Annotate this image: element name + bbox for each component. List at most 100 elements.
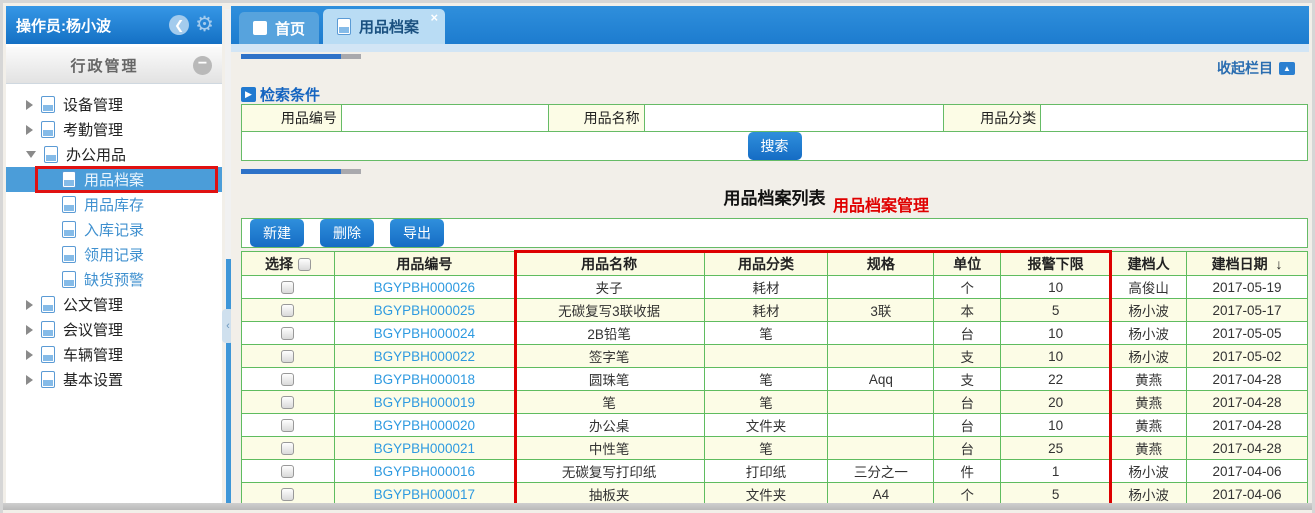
sidebar-item-会议管理[interactable]: 会议管理 bbox=[6, 317, 222, 342]
item-code-link[interactable]: BGYPBH000018 bbox=[374, 372, 475, 387]
main-area: 首页 用品档案 × 收起栏目 ▲ ▶ 检索条件 用品编号 用品名称 用品分类 搜索 用品… bbox=[231, 6, 1309, 508]
search-input-用品名称[interactable] bbox=[644, 106, 944, 130]
sidebar-item-领用记录[interactable]: 领用记录 bbox=[6, 242, 222, 267]
collapse-panel-icon[interactable]: − bbox=[193, 55, 212, 75]
cell-unit: 个 bbox=[933, 275, 1002, 299]
cell-limit: 10 bbox=[1000, 321, 1112, 345]
gear-icon[interactable]: ⚙ bbox=[195, 14, 214, 35]
sidebar-item-入库记录[interactable]: 入库记录 bbox=[6, 217, 222, 242]
新建-button[interactable]: 新建 bbox=[250, 219, 304, 247]
column-header-用品分类[interactable]: 用品分类 bbox=[703, 251, 829, 276]
cell-spec bbox=[827, 390, 935, 414]
row-checkbox[interactable] bbox=[281, 350, 295, 364]
search-input-用品编号[interactable] bbox=[341, 106, 548, 130]
item-code-link[interactable]: BGYPBH000020 bbox=[374, 418, 475, 433]
row-checkbox[interactable] bbox=[281, 488, 295, 502]
row-checkbox[interactable] bbox=[281, 281, 295, 295]
cell-name: 2B铅笔 bbox=[513, 321, 705, 345]
item-code-link[interactable]: BGYPBH000026 bbox=[374, 280, 475, 295]
sidebar-item-公文管理[interactable]: 公文管理 bbox=[6, 292, 222, 317]
search-input-用品分类[interactable] bbox=[1041, 106, 1307, 130]
row-checkbox[interactable] bbox=[281, 465, 295, 479]
cell-category: 打印纸 bbox=[703, 459, 829, 483]
chevron-right-icon[interactable] bbox=[26, 324, 33, 335]
row-checkbox[interactable] bbox=[281, 373, 295, 387]
chevron-right-icon[interactable] bbox=[26, 299, 33, 310]
sidebar-item-label: 用品库存 bbox=[84, 197, 145, 214]
column-header-选择[interactable]: 选择 bbox=[241, 251, 335, 276]
collapse-columns-link[interactable]: 收起栏目 ▲ bbox=[1217, 58, 1295, 78]
chevron-right-icon[interactable] bbox=[26, 99, 33, 110]
cell-unit: 支 bbox=[933, 344, 1002, 368]
item-code-link[interactable]: BGYPBH000025 bbox=[374, 303, 475, 318]
close-icon[interactable]: × bbox=[430, 10, 438, 25]
sidebar-tree: 设备管理 考勤管理 办公用品 用品档案用品库存入库记录领用记录缺货预警 公文管理 会议管理… bbox=[6, 92, 222, 392]
data-grid-wrap: 选择 用品编号 用品名称 用品分类 规格 单位 报警下限 建档人 建档日期 ↓ BGYPBH00… bbox=[241, 250, 1308, 508]
cell-name: 签字笔 bbox=[513, 344, 705, 368]
document-icon bbox=[44, 146, 58, 163]
sidebar-item-设备管理[interactable]: 设备管理 bbox=[6, 92, 222, 117]
collapse-up-icon[interactable]: ▲ bbox=[1279, 61, 1295, 75]
sidebar-item-车辆管理[interactable]: 车辆管理 bbox=[6, 342, 222, 367]
item-code-link[interactable]: BGYPBH000016 bbox=[374, 464, 475, 479]
sidebar-header: 操作员:杨小波 ❮ ⚙ bbox=[6, 6, 222, 44]
cell-date: 2017-04-28 bbox=[1186, 367, 1308, 391]
cell-category: 耗材 bbox=[703, 275, 829, 299]
cell-code: BGYPBH000018 bbox=[333, 367, 515, 391]
sidebar-item-办公用品[interactable]: 办公用品 bbox=[6, 142, 222, 167]
chevron-right-icon[interactable] bbox=[26, 374, 33, 385]
row-checkbox[interactable] bbox=[281, 442, 295, 456]
cell-unit: 件 bbox=[933, 459, 1002, 483]
column-header-用品编号[interactable]: 用品编号 bbox=[333, 251, 515, 276]
sidebar-item-label: 领用记录 bbox=[84, 247, 145, 264]
sidebar-item-用品库存[interactable]: 用品库存 bbox=[6, 192, 222, 217]
cell-category bbox=[703, 344, 829, 368]
sidebar-item-缺货预警[interactable]: 缺货预警 bbox=[6, 267, 222, 292]
row-checkbox[interactable] bbox=[281, 304, 295, 318]
cell-code: BGYPBH000024 bbox=[333, 321, 515, 345]
cell-spec bbox=[827, 413, 935, 437]
item-code-link[interactable]: BGYPBH000019 bbox=[374, 395, 475, 410]
chevron-right-icon[interactable] bbox=[26, 349, 33, 360]
sidebar-item-用品档案[interactable]: 用品档案 bbox=[6, 166, 222, 193]
sort-desc-icon[interactable]: ↓ bbox=[1272, 256, 1282, 272]
item-code-link[interactable]: BGYPBH000021 bbox=[374, 441, 475, 456]
column-header-建档人[interactable]: 建档人 bbox=[1110, 251, 1188, 276]
select-all-checkbox[interactable] bbox=[297, 258, 311, 272]
row-checkbox[interactable] bbox=[281, 327, 295, 341]
row-checkbox[interactable] bbox=[281, 419, 295, 433]
column-header-建档日期[interactable]: 建档日期 ↓ bbox=[1186, 251, 1308, 276]
chevron-right-icon[interactable] bbox=[26, 124, 33, 135]
tab-首页[interactable]: 首页 bbox=[239, 12, 320, 44]
document-icon bbox=[41, 346, 55, 363]
content-area: 收起栏目 ▲ ▶ 检索条件 用品编号 用品名称 用品分类 搜索 用品档案列表 用品档… bbox=[231, 52, 1309, 508]
search-button[interactable]: 搜索 bbox=[747, 132, 802, 160]
item-code-link[interactable]: BGYPBH000017 bbox=[374, 487, 475, 502]
chevron-down-icon[interactable] bbox=[26, 151, 36, 158]
cell-creator: 黄燕 bbox=[1110, 367, 1188, 391]
document-icon bbox=[41, 371, 55, 388]
cell-spec: 3联 bbox=[827, 298, 935, 322]
document-icon bbox=[41, 321, 55, 338]
cell-spec bbox=[827, 321, 935, 345]
删除-button[interactable]: 删除 bbox=[320, 219, 374, 247]
column-header-规格[interactable]: 规格 bbox=[827, 251, 935, 276]
item-code-link[interactable]: BGYPBH000022 bbox=[374, 349, 475, 364]
cell-category: 笔 bbox=[703, 321, 829, 345]
cell-date: 2017-05-17 bbox=[1186, 298, 1308, 322]
row-checkbox[interactable] bbox=[281, 396, 295, 410]
tab-用品档案[interactable]: 用品档案 × bbox=[323, 9, 446, 44]
search-field-cell bbox=[1040, 104, 1308, 132]
sidebar-item-基本设置[interactable]: 基本设置 bbox=[6, 367, 222, 392]
column-header-用品名称[interactable]: 用品名称 bbox=[513, 251, 705, 276]
sidebar-item-考勤管理[interactable]: 考勤管理 bbox=[6, 117, 222, 142]
column-header-报警下限[interactable]: 报警下限 bbox=[1000, 251, 1112, 276]
panel-title: 行政管理 bbox=[70, 57, 139, 75]
导出-button[interactable]: 导出 bbox=[390, 219, 444, 247]
item-code-link[interactable]: BGYPBH000024 bbox=[374, 326, 475, 341]
tab-bar: 首页 用品档案 × bbox=[231, 6, 1309, 44]
column-header-单位[interactable]: 单位 bbox=[933, 251, 1002, 276]
app-window: 操作员:杨小波 ❮ ⚙ 行政管理 − 设备管理 考勤管理 办公用品 用品档案用品库存入… bbox=[0, 0, 1315, 513]
back-icon[interactable]: ❮ bbox=[169, 15, 190, 35]
search-field-label: 用品分类 bbox=[943, 104, 1042, 132]
